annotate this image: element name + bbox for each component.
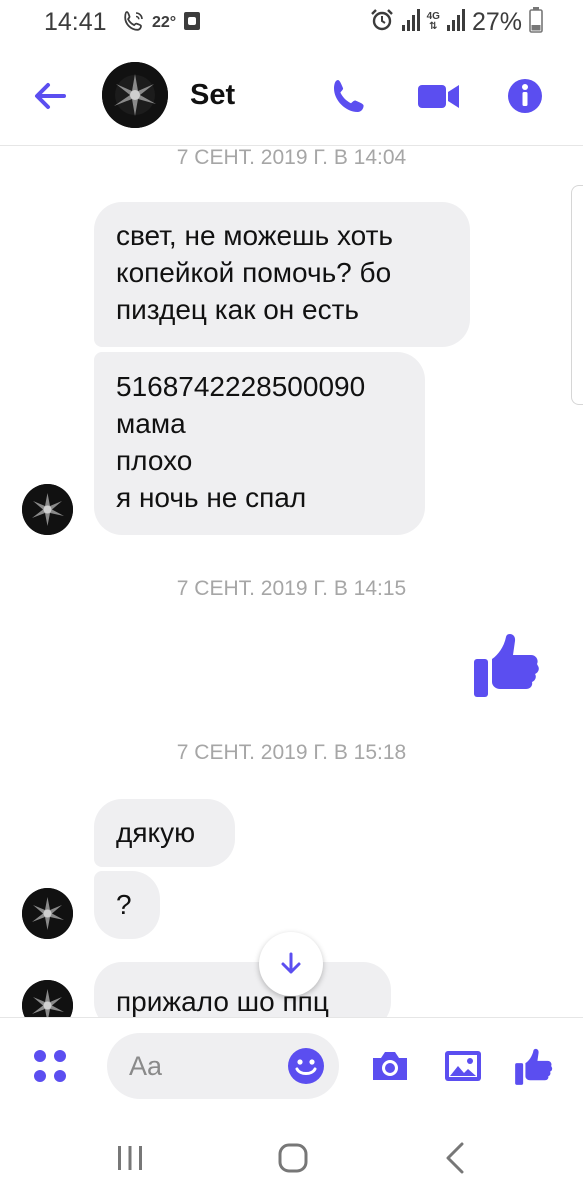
smiley-icon <box>288 1048 324 1084</box>
timestamp: 7 СЕНТ. 2019 Г. В 14:04 <box>176 147 407 169</box>
info-icon <box>508 79 542 113</box>
recents-icon <box>118 1146 142 1170</box>
emoji-button[interactable] <box>287 1047 325 1085</box>
battery-percent: 27% <box>471 7 522 36</box>
voice-call-button[interactable] <box>330 76 370 116</box>
camera-icon <box>373 1052 407 1080</box>
timestamp: 7 СЕНТ. 2019 Г. В 14:15 <box>176 577 407 600</box>
system-navigation-bar <box>0 1114 583 1200</box>
contact-avatar[interactable] <box>102 62 168 128</box>
phone-icon <box>334 80 364 112</box>
grid-dots-icon <box>34 1050 66 1082</box>
message-input-placeholder: Aa <box>129 1051 163 1081</box>
arrow-left-icon <box>35 83 66 109</box>
message-text: ? <box>116 889 132 920</box>
sender-avatar[interactable] <box>22 888 73 939</box>
message-bubble[interactable]: свет, не можешь хоть копейкой помочь? бо… <box>94 202 470 347</box>
camera-button[interactable] <box>369 1046 411 1086</box>
message-input[interactable]: Aa <box>107 1033 339 1099</box>
sender-avatar[interactable] <box>22 484 73 535</box>
message-text: мама <box>116 408 186 439</box>
nav-back-button[interactable] <box>436 1138 476 1178</box>
message-bubble[interactable]: ? <box>94 871 160 939</box>
status-bar: 14:41 22° 4G ⇅ 27% <box>0 0 583 46</box>
message-text: свет, не можешь хоть <box>116 220 393 251</box>
back-icon <box>446 1142 464 1174</box>
message-text: плохо <box>116 445 193 476</box>
thumbs-up-message[interactable] <box>472 629 542 699</box>
scroll-to-bottom-button[interactable] <box>259 932 323 996</box>
alarm-icon <box>369 7 395 38</box>
message-text: прижало шо ппц <box>116 986 329 1017</box>
send-like-button[interactable] <box>513 1046 555 1086</box>
network-type: 4G ⇅ <box>426 11 440 32</box>
sender-avatar[interactable] <box>22 980 73 1017</box>
status-time: 14:41 <box>44 8 107 36</box>
signal-icon-2 <box>446 8 465 36</box>
chat-header: Set <box>0 46 583 146</box>
message-text: пиздец как он есть <box>116 294 360 325</box>
battery-icon <box>529 6 543 38</box>
more-actions-button[interactable] <box>32 1048 68 1084</box>
conversation-info-button[interactable] <box>506 76 546 116</box>
message-list[interactable]: 7 СЕНТ. 2019 Г. В 14:04 свет, не можешь … <box>0 147 583 1017</box>
message-composer: Aa <box>0 1017 583 1114</box>
message-text: копейкой помочь? бо <box>116 257 392 288</box>
message-bubble[interactable]: 5168742228500090 мама плохо я ночь не сп… <box>94 352 425 535</box>
gallery-button[interactable] <box>442 1046 484 1086</box>
message-text: 5168742228500090 <box>116 371 366 402</box>
scrollbar-handle[interactable] <box>571 185 583 405</box>
message-text: дякую <box>116 817 196 848</box>
message-text: я ночь не спал <box>116 482 307 513</box>
message-bubble[interactable]: дякую <box>94 799 235 867</box>
back-button[interactable] <box>30 76 70 116</box>
home-icon <box>278 1143 308 1173</box>
home-button[interactable] <box>272 1138 312 1178</box>
phone-call-icon <box>122 9 146 38</box>
video-call-button[interactable] <box>416 76 462 116</box>
arrow-down-icon <box>281 952 301 974</box>
thumbs-up-icon <box>515 1048 553 1085</box>
recents-button[interactable] <box>110 1138 150 1178</box>
message-bubble[interactable]: прижало шо ппц <box>94 962 391 1017</box>
image-icon <box>445 1051 481 1081</box>
gallery-notification-icon <box>182 10 202 37</box>
temperature: 22° <box>152 14 177 31</box>
video-camera-icon <box>418 85 459 108</box>
timestamp: 7 СЕНТ. 2019 Г. В 15:18 <box>176 741 407 764</box>
signal-icon <box>401 8 420 36</box>
thumbs-up-icon <box>474 633 539 697</box>
contact-name[interactable]: Set <box>190 79 235 112</box>
